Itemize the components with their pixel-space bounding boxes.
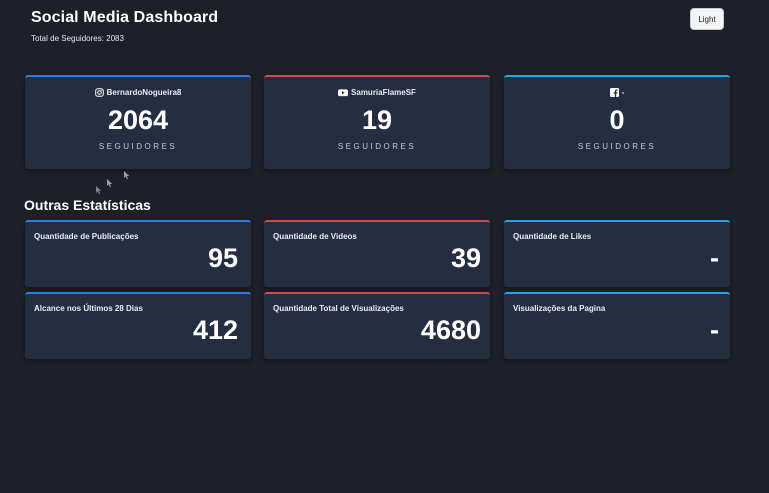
follower-count: 2064 <box>107 105 169 135</box>
account-handle: - <box>621 88 625 97</box>
facebook-card: - 0 SEGUIDORES <box>504 75 730 169</box>
stat-card-page-views: Visualizações da Pagina - <box>504 292 730 359</box>
stat-value: 39 <box>450 243 481 273</box>
youtube-handle-row: SamuriaFlameSF <box>264 88 490 97</box>
other-stats-title: Outras Estatísticas <box>24 197 151 213</box>
stat-label: Alcance nos Últimos 28 Dias <box>34 304 143 313</box>
stat-card-publications: Quantidade de Publicações 95 <box>25 220 251 287</box>
facebook-icon <box>609 88 619 97</box>
stat-label: Quantidade de Likes <box>513 232 592 241</box>
stat-card-videos: Quantidade de Videos 39 <box>264 220 490 287</box>
stat-label: Visualizações da Pagina <box>513 304 606 313</box>
dashboard-page: Social Media Dashboard Total de Seguidor… <box>0 0 769 493</box>
stat-value: 4680 <box>420 315 481 345</box>
stat-card-likes: Quantidade de Likes - <box>504 220 730 287</box>
stat-value: 412 <box>192 315 238 345</box>
page-title: Social Media Dashboard <box>31 9 219 26</box>
follower-count: 19 <box>361 105 393 135</box>
theme-toggle-button[interactable]: Light <box>690 8 724 30</box>
stat-card-reach: Alcance nos Últimos 28 Dias 412 <box>25 292 251 359</box>
total-followers: Total de Seguidores: 2083 <box>31 34 124 43</box>
stat-value: - <box>710 243 719 273</box>
account-handle: SamuriaFlameSF <box>351 88 416 97</box>
stat-label: Quantidade de Videos <box>273 232 357 241</box>
youtube-card: SamuriaFlameSF 19 SEGUIDORES <box>264 75 490 169</box>
instagram-icon <box>94 88 104 97</box>
instagram-card: BernardoNogueira8 2064 SEGUIDORES <box>25 75 251 169</box>
stat-label: Quantidade Total de Visualizações <box>273 304 404 313</box>
follower-label: SEGUIDORES <box>577 142 657 151</box>
account-handle: BernardoNogueira8 <box>106 88 182 97</box>
stat-label: Quantidade de Publicações <box>34 232 139 241</box>
follower-count: 0 <box>609 105 625 135</box>
follower-label: SEGUIDORES <box>337 142 417 151</box>
stat-value: 95 <box>207 243 238 273</box>
instagram-handle-row: BernardoNogueira8 <box>25 88 251 97</box>
youtube-icon <box>338 88 349 97</box>
stat-value: - <box>710 315 719 345</box>
follower-label: SEGUIDORES <box>98 142 178 151</box>
facebook-handle-row: - <box>504 88 730 97</box>
stat-card-total-views: Quantidade Total de Visualizações 4680 <box>264 292 490 359</box>
